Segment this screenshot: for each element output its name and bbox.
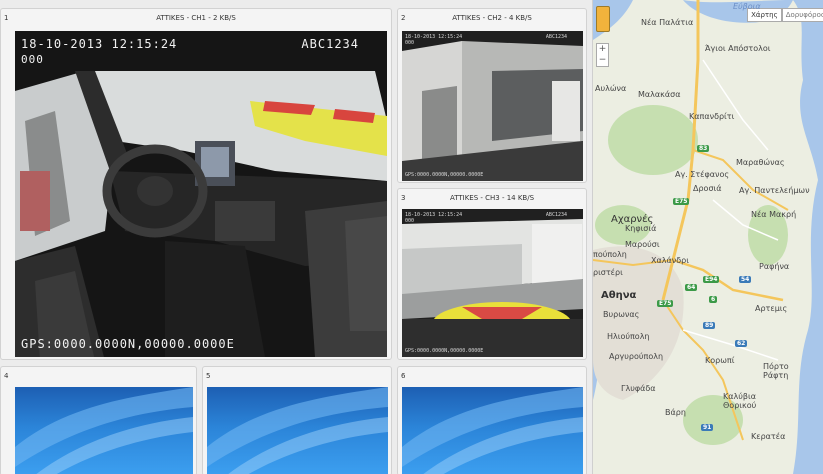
panel-number: 6	[401, 372, 406, 380]
map-label: Νέα Παλάτια	[641, 18, 694, 27]
camera-panel-4[interactable]: 4	[0, 366, 197, 474]
road-badge: 62	[735, 340, 748, 347]
panel-header: 2 ATTIKES - CH2 - 4 KB/S	[398, 9, 586, 27]
map-label: Αθηνα	[601, 290, 637, 301]
map-label: πούπολη	[593, 250, 627, 259]
wallpaper-swirl	[207, 387, 388, 474]
map-label: Κερατέα	[751, 432, 786, 441]
map-label: Άγιοι Απόστολοι	[705, 44, 771, 53]
map-terrain	[593, 0, 823, 474]
osd-gps: GPS:0000.0000N,00000.0000E	[405, 348, 484, 354]
camera-feed-2[interactable]: 18-10-2013 12:15:24 ABC1234 000 GPS:0000…	[402, 31, 583, 181]
empty-feed-placeholder	[402, 387, 583, 474]
wallpaper-swirl	[15, 387, 193, 474]
panel-title: ATTIKES - CH2 - 4 KB/S	[452, 14, 532, 22]
map-label: Αρτεμις	[755, 304, 788, 313]
map-label: Χαλάνδρι	[651, 256, 689, 265]
empty-feed-placeholder	[15, 387, 193, 474]
wallpaper-swirl	[402, 387, 583, 474]
camera-feed-3[interactable]: 18-10-2013 12:15:24 ABC1234 000 GPS:0000…	[402, 209, 583, 357]
map-label: Μαλακάσα	[638, 90, 681, 99]
panel-header: 5	[203, 367, 391, 385]
map-label: Πόρτο Ράφτη	[763, 362, 789, 380]
zoom-in-button[interactable]: +	[597, 44, 608, 55]
map-label: Κηφισιά	[625, 224, 657, 233]
empty-feed-placeholder	[207, 387, 388, 474]
road-badge: 83	[697, 145, 710, 152]
osd-datetime: 18-10-2013 12:15:24	[21, 37, 178, 51]
map-label: Αργυρούπολη	[609, 352, 664, 361]
panel-header: 4	[1, 367, 196, 385]
map-label: ριστέρι	[593, 268, 623, 277]
panel-number: 5	[206, 372, 211, 380]
osd-counter: 000	[21, 53, 44, 66]
rear-compartment-image	[402, 31, 583, 181]
map-label: Δροσιά	[693, 184, 722, 193]
map-label: Καλύβια Θορικού	[723, 392, 757, 410]
panel-header: 3 ATTIKES - CH3 - 14 KB/S	[398, 189, 586, 207]
camera-panel-6[interactable]: 6	[397, 366, 587, 474]
map-label: Καπανδρίτι	[689, 112, 735, 121]
dvr-viewer: 1 ATTIKES - CH1 - 2 KB/S 18-10-2013 12:1…	[0, 0, 823, 474]
camera-feed-1[interactable]: 18-10-2013 12:15:24 ABC1234 000 GPS:0000…	[15, 31, 387, 357]
osd-gps: GPS:0000.0000N,00000.0000E	[21, 337, 235, 351]
camera-panel-3[interactable]: 3 ATTIKES - CH3 - 14 KB/S 18-10-2013 12:…	[397, 188, 587, 360]
map-label: Εύβοια	[733, 2, 761, 11]
osd-plate: ABC1234	[301, 37, 359, 51]
cargo-area-image	[402, 209, 583, 357]
panel-title: ATTIKES - CH3 - 14 KB/S	[449, 194, 535, 202]
panel-header: 6	[398, 367, 586, 385]
road-badge: 89	[703, 322, 716, 329]
osd-gps: GPS:0000.0000N,00000.0000E	[405, 172, 484, 178]
map-label: Γλυφάδα	[621, 384, 656, 393]
map-label: Βάρη	[665, 408, 686, 417]
map-label: Κορωπί	[705, 356, 735, 365]
map-label: Αυλώνα	[595, 84, 627, 93]
osd-plate: ABC1234	[545, 212, 567, 218]
panel-title: ATTIKES - CH1 - 2 KB/S	[156, 14, 236, 22]
camera-panel-5[interactable]: 5	[202, 366, 392, 474]
map-label: Ηλιούπολη	[607, 332, 650, 341]
zoom-out-button[interactable]: −	[597, 55, 608, 66]
panel-number: 4	[4, 372, 9, 380]
road-badge: E94	[703, 276, 720, 283]
map-view[interactable]: + − Χάρτης Δορυφόρος Εύβοια Νέα Παλάτια …	[592, 0, 823, 474]
street-view-pegman-icon[interactable]	[596, 6, 610, 32]
map-label: Αγ. Στέφανος	[675, 170, 730, 179]
camera-panel-1[interactable]: 1 ATTIKES - CH1 - 2 KB/S 18-10-2013 12:1…	[0, 8, 392, 360]
road-badge: 6	[709, 296, 718, 303]
road-badge: 64	[685, 284, 698, 291]
panel-header: 1 ATTIKES - CH1 - 2 KB/S	[1, 9, 391, 27]
map-label: Μαραθώνας	[736, 158, 785, 167]
map-label: Νέα Μακρή	[751, 210, 797, 219]
road-badge: E75	[657, 300, 674, 307]
osd-counter: 000	[405, 40, 415, 46]
map-label: Μαρούσι	[625, 240, 660, 249]
road-badge: E75	[673, 198, 690, 205]
road-badge: 54	[739, 276, 752, 283]
road-badge: 91	[701, 424, 714, 431]
camera-panel-2[interactable]: 2 ATTIKES - CH2 - 4 KB/S 18-10-2013 12:1…	[397, 8, 587, 183]
osd-plate: ABC1234	[545, 34, 567, 40]
map-label: Αγ. Παντελεήμων	[739, 186, 810, 195]
tab-satellite[interactable]: Δορυφόρος	[781, 8, 823, 22]
zoom-control[interactable]: + −	[596, 43, 609, 67]
map-label: Ραφήνα	[759, 262, 790, 271]
van-interior-image	[15, 31, 387, 357]
osd-counter: 000	[405, 218, 415, 224]
map-label: Βυρωνας	[603, 310, 640, 319]
